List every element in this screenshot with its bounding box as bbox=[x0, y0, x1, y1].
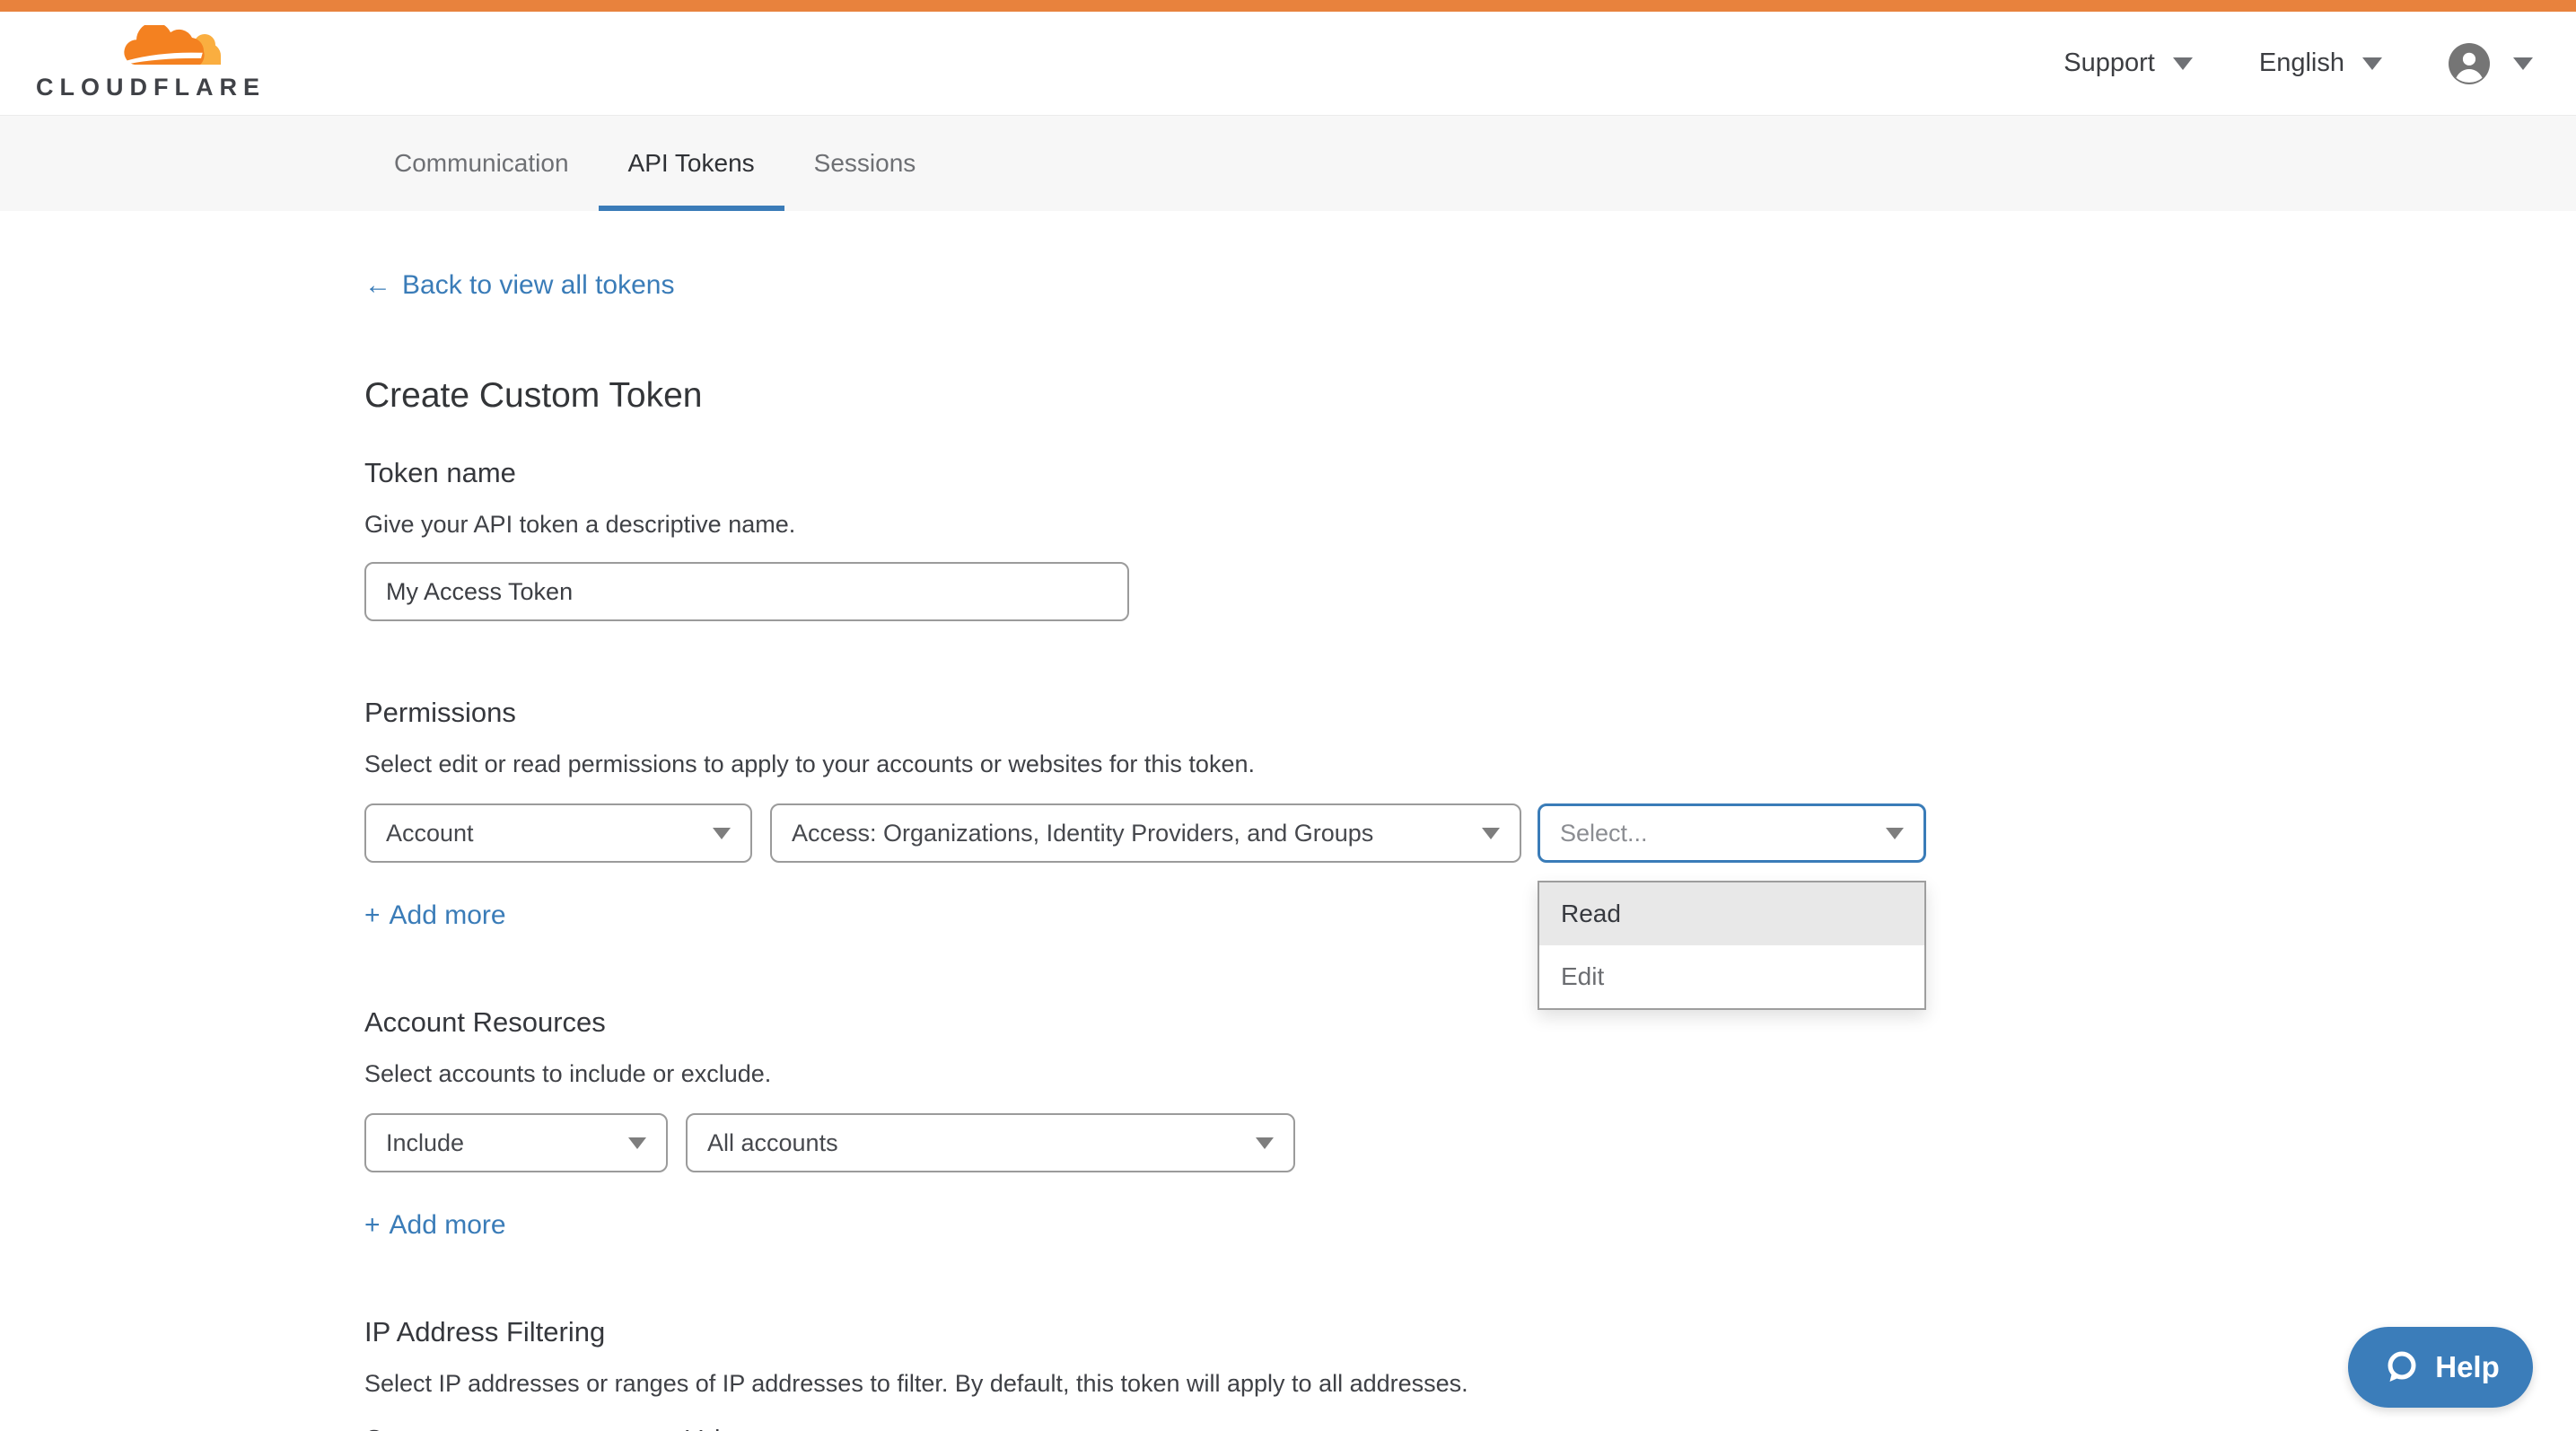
permission-level-placeholder: Select... bbox=[1560, 820, 1648, 847]
value-label: Value bbox=[686, 1425, 749, 1431]
ip-filtering-heading: IP Address Filtering bbox=[364, 1316, 1944, 1348]
ip-filtering-section: IP Address Filtering Select IP addresses… bbox=[364, 1316, 1944, 1431]
chevron-down-icon bbox=[2173, 57, 2193, 70]
ip-filtering-labels: Operator Value bbox=[364, 1425, 1944, 1431]
tab-sessions[interactable]: Sessions bbox=[784, 116, 946, 211]
support-menu[interactable]: Support bbox=[2063, 48, 2193, 78]
account-resources-section: Account Resources Select accounts to inc… bbox=[364, 1006, 1944, 1241]
operator-label: Operator bbox=[364, 1425, 686, 1431]
help-button-label: Help bbox=[2435, 1350, 2500, 1384]
tab-communication[interactable]: Communication bbox=[364, 116, 599, 211]
token-name-heading: Token name bbox=[364, 457, 1944, 489]
back-arrow-icon: ← bbox=[364, 270, 391, 301]
permissions-heading: Permissions bbox=[364, 697, 1944, 729]
account-resources-description: Select accounts to include or exclude. bbox=[364, 1060, 1944, 1088]
add-more-label: Add more bbox=[390, 1210, 506, 1241]
page-title: Create Custom Token bbox=[364, 376, 1944, 416]
chevron-down-icon bbox=[628, 1137, 646, 1149]
chevron-down-icon bbox=[1886, 828, 1904, 839]
permission-level-select-wrap: Select... Read Edit bbox=[1538, 803, 1926, 863]
top-accent-bar bbox=[0, 0, 2576, 12]
account-resources-add-more-link[interactable]: + Add more bbox=[364, 1210, 506, 1241]
resource-target-value: All accounts bbox=[707, 1129, 838, 1157]
main-content: ← Back to view all tokens Create Custom … bbox=[364, 211, 1944, 1431]
back-link[interactable]: ← Back to view all tokens bbox=[364, 270, 674, 301]
permissions-description: Select edit or read permissions to apply… bbox=[364, 751, 1944, 778]
cloudflare-wordmark: CLOUDFLARE bbox=[36, 74, 266, 101]
profile-tabbar: Communication API Tokens Sessions bbox=[0, 115, 2576, 211]
support-menu-label: Support bbox=[2063, 48, 2155, 78]
chat-bubble-icon bbox=[2381, 1348, 2421, 1387]
account-menu[interactable] bbox=[2449, 43, 2533, 84]
permission-group-value: Access: Organizations, Identity Provider… bbox=[792, 820, 1373, 847]
chevron-down-icon bbox=[1256, 1137, 1274, 1149]
help-button[interactable]: Help bbox=[2348, 1327, 2533, 1408]
token-name-description: Give your API token a descriptive name. bbox=[364, 511, 1944, 539]
token-name-section: Token name Give your API token a descrip… bbox=[364, 457, 1944, 621]
language-menu[interactable]: English bbox=[2259, 48, 2382, 78]
plus-icon: + bbox=[364, 900, 381, 931]
permissions-section: Permissions Select edit or read permissi… bbox=[364, 697, 1944, 931]
tab-api-tokens[interactable]: API Tokens bbox=[599, 116, 784, 211]
chevron-down-icon bbox=[2362, 57, 2382, 70]
permission-level-select[interactable]: Select... bbox=[1538, 803, 1926, 863]
ip-filtering-description: Select IP addresses or ranges of IP addr… bbox=[364, 1370, 1944, 1398]
plus-icon: + bbox=[364, 1210, 381, 1241]
add-more-label: Add more bbox=[390, 900, 506, 931]
permission-scope-value: Account bbox=[386, 820, 474, 847]
permission-group-select[interactable]: Access: Organizations, Identity Provider… bbox=[770, 803, 1521, 863]
resource-target-select[interactable]: All accounts bbox=[686, 1113, 1295, 1172]
permissions-add-more-link[interactable]: + Add more bbox=[364, 900, 506, 931]
chevron-down-icon bbox=[713, 828, 731, 839]
account-resources-heading: Account Resources bbox=[364, 1006, 1944, 1039]
chevron-down-icon bbox=[1482, 828, 1500, 839]
permission-scope-select[interactable]: Account bbox=[364, 803, 752, 863]
chevron-down-icon bbox=[2513, 57, 2533, 70]
cloudflare-logo: CLOUDFLARE bbox=[36, 25, 232, 101]
header-nav: Support English bbox=[2063, 43, 2533, 84]
user-avatar-icon bbox=[2449, 43, 2490, 84]
resource-mode-value: Include bbox=[386, 1129, 464, 1157]
resource-mode-select[interactable]: Include bbox=[364, 1113, 668, 1172]
header: CLOUDFLARE Support English bbox=[0, 12, 2576, 115]
token-name-input[interactable] bbox=[364, 562, 1129, 621]
permission-level-menu: Read Edit bbox=[1538, 881, 1926, 1010]
back-link-label: Back to view all tokens bbox=[402, 270, 674, 301]
menu-option-read[interactable]: Read bbox=[1539, 882, 1924, 945]
account-resources-row: Include All accounts bbox=[364, 1113, 1944, 1172]
permissions-row: Account Access: Organizations, Identity … bbox=[364, 803, 1944, 863]
menu-option-edit[interactable]: Edit bbox=[1539, 945, 1924, 1008]
cloudflare-cloud-icon bbox=[122, 25, 223, 72]
language-menu-label: English bbox=[2259, 48, 2344, 78]
